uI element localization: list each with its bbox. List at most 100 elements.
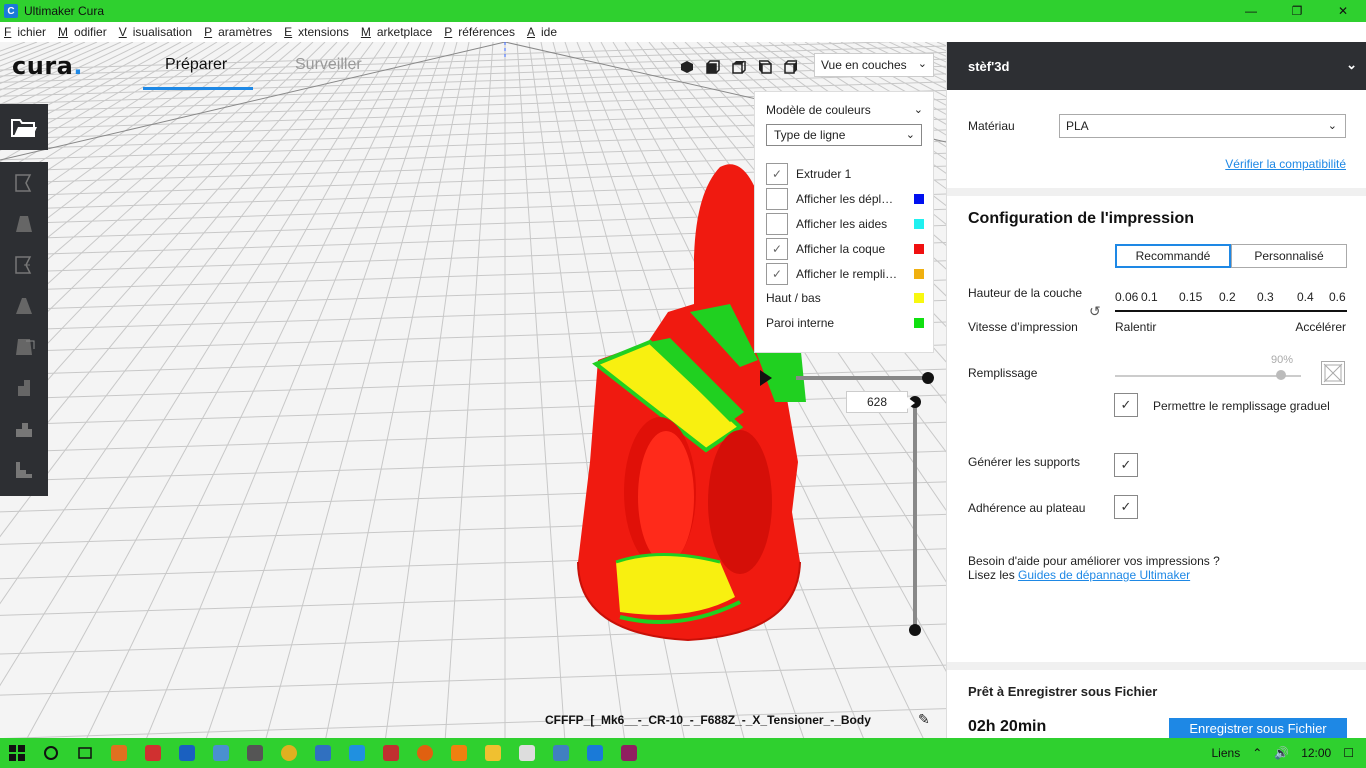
app-icon-5[interactable] bbox=[238, 738, 272, 768]
infill-slider[interactable] bbox=[1115, 375, 1301, 377]
view-3d-icon[interactable] bbox=[678, 58, 696, 76]
clock[interactable]: 12:00 bbox=[1301, 746, 1331, 760]
layer-height-tick[interactable]: 0.1 bbox=[1141, 290, 1158, 304]
layer-height-tick[interactable]: 0.15 bbox=[1179, 290, 1202, 304]
chevron-up-icon[interactable]: ⌃ bbox=[1252, 746, 1262, 760]
edit-pencil-icon[interactable]: ✎ bbox=[918, 711, 930, 728]
layer-height-tick[interactable]: 0.2 bbox=[1219, 290, 1236, 304]
view-top-icon[interactable] bbox=[730, 58, 748, 76]
layer-height-tick[interactable]: 0.4 bbox=[1297, 290, 1314, 304]
app-icon-2[interactable] bbox=[136, 738, 170, 768]
app-icon-8[interactable] bbox=[374, 738, 408, 768]
recommended-mode-button[interactable]: Recommandé bbox=[1115, 244, 1231, 268]
top-bottom-label: Haut / bas bbox=[766, 291, 821, 305]
travels-checkbox[interactable] bbox=[766, 188, 788, 210]
extruder-1-checkbox[interactable]: ✓ bbox=[766, 163, 788, 185]
color-scheme-label[interactable]: Modèle de couleurs bbox=[766, 103, 871, 117]
layer-height-slider[interactable] bbox=[1115, 310, 1347, 312]
staircase-icon bbox=[16, 461, 32, 478]
layer-height-tick[interactable]: 0.3 bbox=[1257, 290, 1274, 304]
view-left-icon[interactable] bbox=[756, 58, 774, 76]
minimize-button[interactable]: — bbox=[1228, 0, 1274, 22]
app-icon-1[interactable] bbox=[102, 738, 136, 768]
notifications-icon[interactable]: ☐ bbox=[1343, 746, 1354, 760]
chrome-icon[interactable] bbox=[272, 738, 306, 768]
menu-marketplace[interactable]: Marketplace bbox=[361, 25, 438, 39]
mirror-tool-button[interactable] bbox=[0, 285, 48, 326]
menu-aide[interactable]: Aide bbox=[527, 25, 563, 39]
menu-visualisation[interactable]: Visualisation bbox=[119, 25, 198, 39]
vlc-icon[interactable] bbox=[442, 738, 476, 768]
per-model-settings-button[interactable] bbox=[0, 326, 48, 367]
layer-height-tick[interactable]: 0.06 bbox=[1115, 290, 1138, 304]
travels-row: Afficher les dépl… bbox=[766, 188, 924, 210]
infill-slider-handle[interactable] bbox=[1276, 370, 1286, 380]
gradual-infill-checkbox[interactable]: ✓ bbox=[1114, 393, 1138, 417]
layer-number-input[interactable]: 628 bbox=[846, 391, 915, 413]
layers-icon bbox=[16, 422, 32, 437]
winrar-icon[interactable] bbox=[612, 738, 646, 768]
app-icon-6[interactable] bbox=[306, 738, 340, 768]
menu-fichier[interactable]: Fichier bbox=[4, 25, 52, 39]
links-toolbar[interactable]: Liens bbox=[1212, 746, 1241, 760]
menu-modifier[interactable]: Modifier bbox=[58, 25, 113, 39]
infill-checkbox[interactable]: ✓ bbox=[766, 263, 788, 285]
camera-icon[interactable] bbox=[510, 738, 544, 768]
menu-parametres[interactable]: Paramètres bbox=[204, 25, 278, 39]
reset-icon[interactable]: ↺ bbox=[1089, 303, 1101, 320]
color-scheme-panel: Modèle de couleurs ⌄ Type de ligne ⌄ ✓ E… bbox=[754, 91, 934, 353]
path-slider-track[interactable] bbox=[796, 376, 928, 380]
infill-label: Remplissage bbox=[968, 366, 1038, 380]
staircase-button[interactable] bbox=[0, 449, 48, 490]
play-simulation-button[interactable] bbox=[760, 370, 772, 386]
view-mode-select[interactable]: Vue en couches ⌄ bbox=[814, 53, 934, 77]
app-icon-7[interactable] bbox=[340, 738, 374, 768]
search-icon[interactable] bbox=[34, 738, 68, 768]
move-tool-button[interactable] bbox=[0, 162, 48, 203]
app-icon-4[interactable] bbox=[204, 738, 238, 768]
printer-selector[interactable]: stèf'3d ⌄ bbox=[947, 42, 1366, 90]
chevron-down-icon[interactable]: ⌄ bbox=[914, 103, 923, 116]
shell-checkbox[interactable]: ✓ bbox=[766, 238, 788, 260]
open-file-button[interactable] bbox=[0, 104, 48, 150]
helpers-checkbox[interactable] bbox=[766, 213, 788, 235]
tab-prepare[interactable]: Préparer bbox=[165, 56, 227, 74]
file-explorer-icon[interactable] bbox=[476, 738, 510, 768]
task-view-icon[interactable] bbox=[68, 738, 102, 768]
infill-pattern-icon bbox=[1321, 361, 1345, 385]
layer-view-button[interactable] bbox=[0, 408, 48, 449]
menu-extensions[interactable]: Extensions bbox=[284, 25, 355, 39]
view-mode-value: Vue en couches bbox=[821, 58, 907, 72]
view-right-icon[interactable] bbox=[782, 58, 800, 76]
support-blocker-button[interactable] bbox=[0, 367, 48, 408]
model-filename: CFFFP_[_Mk6__-_CR-10_-_F688Z_-_X_Tension… bbox=[545, 713, 871, 727]
rotate-icon bbox=[15, 255, 32, 274]
layer-slider-bottom-handle[interactable] bbox=[909, 624, 921, 636]
view-front-icon[interactable] bbox=[704, 58, 722, 76]
check-compatibility-link[interactable]: Vérifier la compatibilité bbox=[1225, 157, 1346, 171]
shell-row: ✓ Afficher la coque bbox=[766, 238, 924, 260]
material-select[interactable]: PLA ⌄ bbox=[1059, 114, 1346, 138]
layer-height-tick[interactable]: 0.6 bbox=[1329, 290, 1346, 304]
cura-taskbar-icon[interactable] bbox=[578, 738, 612, 768]
windows-start-icon[interactable] bbox=[0, 738, 34, 768]
firefox-icon[interactable] bbox=[408, 738, 442, 768]
menu-preferences[interactable]: Préférences bbox=[444, 25, 521, 39]
close-button[interactable]: ✕ bbox=[1320, 0, 1366, 22]
tab-monitor[interactable]: Surveiller bbox=[295, 56, 362, 74]
app-icon-3[interactable] bbox=[170, 738, 204, 768]
support-checkbox[interactable]: ✓ bbox=[1114, 453, 1138, 477]
troubleshooting-guides-link[interactable]: Guides de dépannage Ultimaker bbox=[1018, 568, 1190, 582]
adhesion-checkbox[interactable]: ✓ bbox=[1114, 495, 1138, 519]
rotate-tool-button[interactable] bbox=[0, 244, 48, 285]
volume-icon[interactable]: 🔊 bbox=[1274, 746, 1289, 760]
layer-slider-track[interactable] bbox=[913, 402, 917, 630]
path-slider-handle[interactable] bbox=[922, 372, 934, 384]
custom-mode-button[interactable]: Personnalisé bbox=[1231, 244, 1347, 268]
scale-tool-button[interactable] bbox=[0, 203, 48, 244]
app-icon-9[interactable] bbox=[544, 738, 578, 768]
extruder-1-row: ✓ Extruder 1 bbox=[766, 163, 924, 185]
restore-button[interactable]: ❐ bbox=[1274, 0, 1320, 22]
save-to-file-button[interactable]: Enregistrer sous Fichier bbox=[1169, 718, 1347, 738]
line-type-select[interactable]: Type de ligne ⌄ bbox=[766, 124, 922, 146]
